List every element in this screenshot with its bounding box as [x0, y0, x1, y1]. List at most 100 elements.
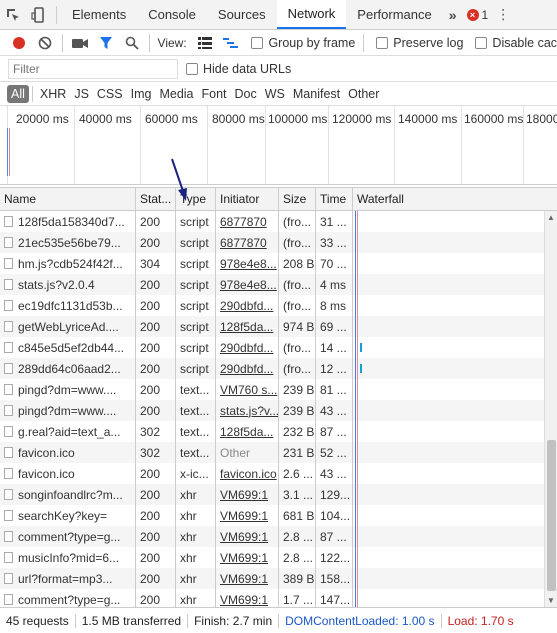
type-filter-manifest[interactable]: Manifest [289, 85, 344, 103]
overview-waterfall-icon[interactable] [218, 32, 244, 54]
request-name-cell[interactable]: favicon.ico [0, 442, 136, 463]
table-row[interactable]: stats.js?v2.0.4 200 script 978e4e8... (fro..… [0, 274, 557, 295]
table-row[interactable]: favicon.ico 302 text... Other 231 B 52 ... [0, 442, 557, 463]
request-name-cell[interactable]: getWebLyriceAd.... [0, 316, 136, 337]
request-name-cell[interactable]: stats.js?v2.0.4 [0, 274, 136, 295]
request-initiator[interactable]: 128f5da... [220, 320, 273, 334]
more-tabs-icon[interactable]: » [443, 0, 463, 29]
table-row[interactable]: 21ec535e56be79... 200 script 6877870 (fro...… [0, 232, 557, 253]
request-initiator[interactable]: 128f5da... [220, 425, 273, 439]
request-name-cell[interactable]: 289dd64c06aad2... [0, 358, 136, 379]
request-name-cell[interactable]: favicon.ico [0, 463, 136, 484]
request-initiator[interactable]: VM699:1 [220, 509, 268, 523]
request-initiator-cell[interactable]: 978e4e8... [216, 274, 279, 295]
table-row[interactable]: comment?type=g... 200 xhr VM699:1 1.7 ... 147… [0, 589, 557, 607]
request-initiator[interactable]: VM699:1 [220, 488, 268, 502]
column-header-name[interactable]: Name [0, 188, 136, 210]
request-initiator-cell[interactable]: VM760 s... [216, 379, 279, 400]
column-header-size[interactable]: Size [279, 188, 316, 210]
request-initiator-cell[interactable]: VM699:1 [216, 568, 279, 589]
request-initiator[interactable]: stats.js?v... [220, 404, 278, 418]
device-toolbar-icon[interactable] [26, 0, 52, 29]
request-name-cell[interactable]: url?format=mp3... [0, 568, 136, 589]
table-row[interactable]: comment?type=g... 200 xhr VM699:1 2.8 ... 87 … [0, 526, 557, 547]
type-filter-media[interactable]: Media [155, 85, 197, 103]
request-name-cell[interactable]: comment?type=g... [0, 526, 136, 547]
table-row[interactable]: getWebLyriceAd.... 200 script 128f5da... 974… [0, 316, 557, 337]
table-row[interactable]: pingd?dm=www.... 200 text... stats.js?v... 2… [0, 400, 557, 421]
type-filter-all[interactable]: All [7, 84, 29, 103]
request-initiator-cell[interactable]: VM699:1 [216, 526, 279, 547]
request-initiator-cell[interactable]: VM699:1 [216, 484, 279, 505]
table-scrollbar[interactable]: ▲ ▼ [544, 211, 557, 607]
tab-elements[interactable]: Elements [61, 0, 137, 29]
type-filter-other[interactable]: Other [344, 85, 383, 103]
request-name-cell[interactable]: 21ec535e56be79... [0, 232, 136, 253]
type-filter-css[interactable]: CSS [93, 85, 127, 103]
column-header-status[interactable]: Stat... [136, 188, 176, 210]
scrollbar-thumb[interactable] [547, 440, 556, 591]
table-row[interactable]: 289dd64c06aad2... 200 script 290dbfd... (fro… [0, 358, 557, 379]
clear-icon[interactable] [32, 32, 58, 54]
network-overview-timeline[interactable]: 20000 ms 40000 ms 60000 ms 80000 ms 1000… [0, 106, 557, 185]
record-icon[interactable] [6, 32, 32, 54]
filter-input[interactable] [8, 58, 178, 79]
request-initiator[interactable]: 6877870 [220, 236, 267, 250]
scroll-down-arrow-icon[interactable]: ▼ [547, 596, 555, 605]
column-header-type[interactable]: Type [176, 188, 216, 210]
request-initiator[interactable]: 290dbfd... [220, 341, 273, 355]
tab-performance[interactable]: Performance [346, 0, 442, 29]
preserve-log-checkbox[interactable] [376, 36, 389, 49]
table-row[interactable]: searchKey?key= 200 xhr VM699:1 681 B 104... [0, 505, 557, 526]
request-initiator-cell[interactable]: stats.js?v... [216, 400, 279, 421]
table-row[interactable]: g.real?aid=text_a... 302 text... 128f5da...… [0, 421, 557, 442]
request-initiator-cell[interactable]: 128f5da... [216, 421, 279, 442]
request-name-cell[interactable]: c845e5d5ef2db44... [0, 337, 136, 358]
request-name-cell[interactable]: pingd?dm=www.... [0, 379, 136, 400]
request-initiator[interactable]: VM699:1 [220, 572, 268, 586]
large-rows-icon[interactable] [192, 32, 218, 54]
error-count-badge[interactable]: × 1 [463, 0, 493, 29]
request-name-cell[interactable]: songinfoandlrc?m... [0, 484, 136, 505]
request-initiator-cell[interactable]: VM699:1 [216, 547, 279, 568]
request-initiator-cell[interactable]: 290dbfd... [216, 337, 279, 358]
tab-sources[interactable]: Sources [207, 0, 277, 29]
disable-cache-checkbox[interactable] [475, 36, 488, 49]
request-name-cell[interactable]: ec19dfc1131d53b... [0, 295, 136, 316]
request-initiator[interactable]: 978e4e8... [220, 278, 277, 292]
column-header-time[interactable]: Time [316, 188, 353, 210]
inspect-element-icon[interactable] [0, 0, 26, 29]
type-filter-font[interactable]: Font [198, 85, 231, 103]
filter-icon[interactable] [93, 32, 119, 54]
table-row[interactable]: url?format=mp3... 200 xhr VM699:1 389 B 158..… [0, 568, 557, 589]
type-filter-doc[interactable]: Doc [231, 85, 261, 103]
table-row[interactable]: hm.js?cdb524f42f... 304 script 978e4e8... 20… [0, 253, 557, 274]
request-initiator-cell[interactable]: VM699:1 [216, 505, 279, 526]
request-initiator[interactable]: VM699:1 [220, 551, 268, 565]
screenshot-camera-icon[interactable] [67, 32, 93, 54]
tab-console[interactable]: Console [137, 0, 207, 29]
request-name-cell[interactable]: hm.js?cdb524f42f... [0, 253, 136, 274]
type-filter-js[interactable]: JS [70, 85, 93, 103]
hide-data-urls-checkbox[interactable] [186, 62, 198, 75]
request-initiator[interactable]: VM760 s... [220, 383, 277, 397]
request-initiator[interactable]: 6877870 [220, 215, 267, 229]
request-initiator-cell[interactable]: VM699:1 [216, 589, 279, 607]
request-initiator-cell[interactable]: 978e4e8... [216, 253, 279, 274]
table-row[interactable]: pingd?dm=www.... 200 text... VM760 s... 239 … [0, 379, 557, 400]
scroll-up-arrow-icon[interactable]: ▲ [547, 213, 555, 222]
request-name-cell[interactable]: searchKey?key= [0, 505, 136, 526]
request-initiator-cell[interactable]: 6877870 [216, 211, 279, 232]
request-name-cell[interactable]: g.real?aid=text_a... [0, 421, 136, 442]
request-initiator-cell[interactable]: 290dbfd... [216, 358, 279, 379]
type-filter-ws[interactable]: WS [261, 85, 289, 103]
group-by-frame-checkbox[interactable] [251, 36, 264, 49]
tab-network[interactable]: Network [276, 0, 347, 29]
request-initiator[interactable]: favicon.ico [220, 467, 277, 481]
request-name-cell[interactable]: 128f5da158340d7... [0, 211, 136, 232]
table-row[interactable]: 128f5da158340d7... 200 script 6877870 (fro..… [0, 211, 557, 232]
request-initiator-cell[interactable]: 6877870 [216, 232, 279, 253]
request-initiator[interactable]: 978e4e8... [220, 257, 277, 271]
request-initiator[interactable]: 290dbfd... [220, 299, 273, 313]
request-initiator-cell[interactable]: favicon.ico [216, 463, 279, 484]
